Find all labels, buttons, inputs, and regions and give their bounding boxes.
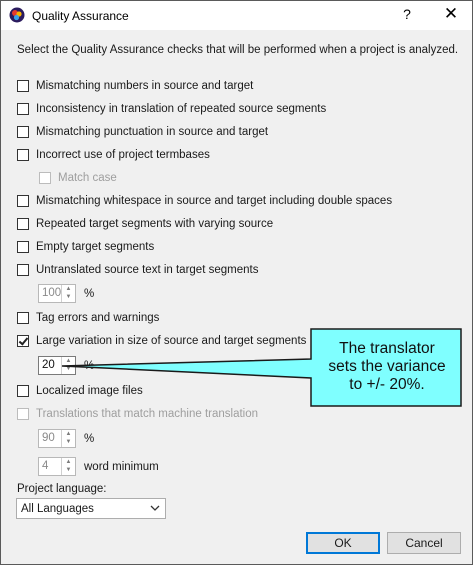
check-incorrect-termbases[interactable]: Incorrect use of project termbases xyxy=(17,147,210,163)
check-label: Empty target segments xyxy=(36,241,155,253)
check-mismatching-punctuation[interactable]: Mismatching punctuation in source and ta… xyxy=(17,124,268,140)
spin-down-icon[interactable]: ▼ xyxy=(62,293,75,301)
check-label: Mismatching numbers in source and target xyxy=(36,80,254,92)
spin-value: 100 xyxy=(42,287,62,299)
check-inconsistency-repeated[interactable]: Inconsistency in translation of repeated… xyxy=(17,101,326,117)
spin-value: 90 xyxy=(42,432,55,444)
project-language-label: Project language: xyxy=(17,483,107,495)
check-mismatching-numbers[interactable]: Mismatching numbers in source and target xyxy=(17,78,253,94)
check-label: Tag errors and warnings xyxy=(36,312,160,324)
check-label: Localized image files xyxy=(36,385,143,397)
spin-arrows[interactable]: ▲ ▼ xyxy=(61,357,75,374)
variation-percent-spinner[interactable]: 20 ▲ ▼ % xyxy=(38,356,94,375)
cancel-button[interactable]: Cancel xyxy=(387,532,461,554)
spinbox[interactable]: 100 ▲ ▼ xyxy=(38,284,76,303)
spinbox[interactable]: 90 ▲ ▼ xyxy=(38,429,76,448)
checkbox[interactable] xyxy=(17,335,29,347)
mt-percent-spinner[interactable]: 90 ▲ ▼ % xyxy=(38,429,94,448)
checkbox[interactable] xyxy=(39,172,51,184)
check-large-variation[interactable]: Large variation in size of source and ta… xyxy=(17,333,306,349)
spin-arrows[interactable]: ▲ ▼ xyxy=(61,430,75,447)
checkbox[interactable] xyxy=(17,218,29,230)
check-tag-errors[interactable]: Tag errors and warnings xyxy=(17,310,159,326)
check-label: Untranslated source text in target segme… xyxy=(36,264,259,276)
title-bar: Quality Assurance ? ✕ xyxy=(1,1,472,30)
spin-up-icon[interactable]: ▲ xyxy=(62,285,75,293)
spin-down-icon[interactable]: ▼ xyxy=(62,466,75,474)
check-empty-target[interactable]: Empty target segments xyxy=(17,239,154,255)
ok-button[interactable]: OK xyxy=(306,532,380,554)
check-repeated-target[interactable]: Repeated target segments with varying so… xyxy=(17,216,273,232)
window-title: Quality Assurance xyxy=(32,9,129,23)
checkbox[interactable] xyxy=(17,195,29,207)
checkbox[interactable] xyxy=(17,126,29,138)
spin-value: 4 xyxy=(42,460,49,472)
help-button[interactable]: ? xyxy=(397,6,417,22)
intro-text: Select the Quality Assurance checks that… xyxy=(17,44,459,56)
spin-down-icon[interactable]: ▼ xyxy=(62,438,75,446)
checkbox[interactable] xyxy=(17,408,29,420)
spin-arrows[interactable]: ▲ ▼ xyxy=(61,285,75,302)
check-label: Large variation in size of source and ta… xyxy=(36,335,307,347)
check-machine-translation[interactable]: Translations that match machine translat… xyxy=(17,406,258,422)
spin-unit: % xyxy=(84,432,95,445)
close-button[interactable]: ✕ xyxy=(439,4,463,24)
select-value: All Languages xyxy=(21,503,94,515)
mt-word-minimum-spinner[interactable]: 4 ▲ ▼ word minimum xyxy=(38,457,159,476)
check-localized-images[interactable]: Localized image files xyxy=(17,383,143,399)
checkbox[interactable] xyxy=(17,312,29,324)
check-label: Incorrect use of project termbases xyxy=(36,149,210,161)
chevron-down-icon xyxy=(150,502,160,516)
spinbox[interactable]: 20 ▲ ▼ xyxy=(38,356,76,375)
spin-down-icon[interactable]: ▼ xyxy=(62,365,75,373)
spinbox[interactable]: 4 ▲ ▼ xyxy=(38,457,76,476)
checkbox[interactable] xyxy=(17,241,29,253)
spin-value: 20 xyxy=(42,359,55,371)
check-label: Translations that match machine translat… xyxy=(36,408,259,420)
spin-up-icon[interactable]: ▲ xyxy=(62,430,75,438)
check-mismatching-whitespace[interactable]: Mismatching whitespace in source and tar… xyxy=(17,193,392,209)
checkbox[interactable] xyxy=(17,264,29,276)
spin-up-icon[interactable]: ▲ xyxy=(62,357,75,365)
check-label: Mismatching punctuation in source and ta… xyxy=(36,126,269,138)
checkbox[interactable] xyxy=(17,103,29,115)
checkbox[interactable] xyxy=(17,149,29,161)
checkbox[interactable] xyxy=(17,80,29,92)
spin-unit: % xyxy=(84,359,95,372)
check-match-case[interactable]: Match case xyxy=(39,170,117,186)
project-language-select[interactable]: All Languages xyxy=(16,498,166,519)
spin-unit: word minimum xyxy=(84,460,159,473)
spin-arrows[interactable]: ▲ ▼ xyxy=(61,458,75,475)
check-label: Repeated target segments with varying so… xyxy=(36,218,274,230)
untranslated-percent-spinner[interactable]: 100 ▲ ▼ % xyxy=(38,284,94,303)
check-untranslated-source[interactable]: Untranslated source text in target segme… xyxy=(17,262,258,278)
quality-assurance-dialog: Quality Assurance ? ✕ Select the Quality… xyxy=(0,0,473,565)
checkbox[interactable] xyxy=(17,385,29,397)
check-label: Mismatching whitespace in source and tar… xyxy=(36,195,393,207)
check-label: Inconsistency in translation of repeated… xyxy=(36,103,327,115)
spin-unit: % xyxy=(84,287,95,300)
app-logo-icon xyxy=(9,7,25,23)
check-label: Match case xyxy=(58,172,117,184)
spin-up-icon[interactable]: ▲ xyxy=(62,458,75,466)
